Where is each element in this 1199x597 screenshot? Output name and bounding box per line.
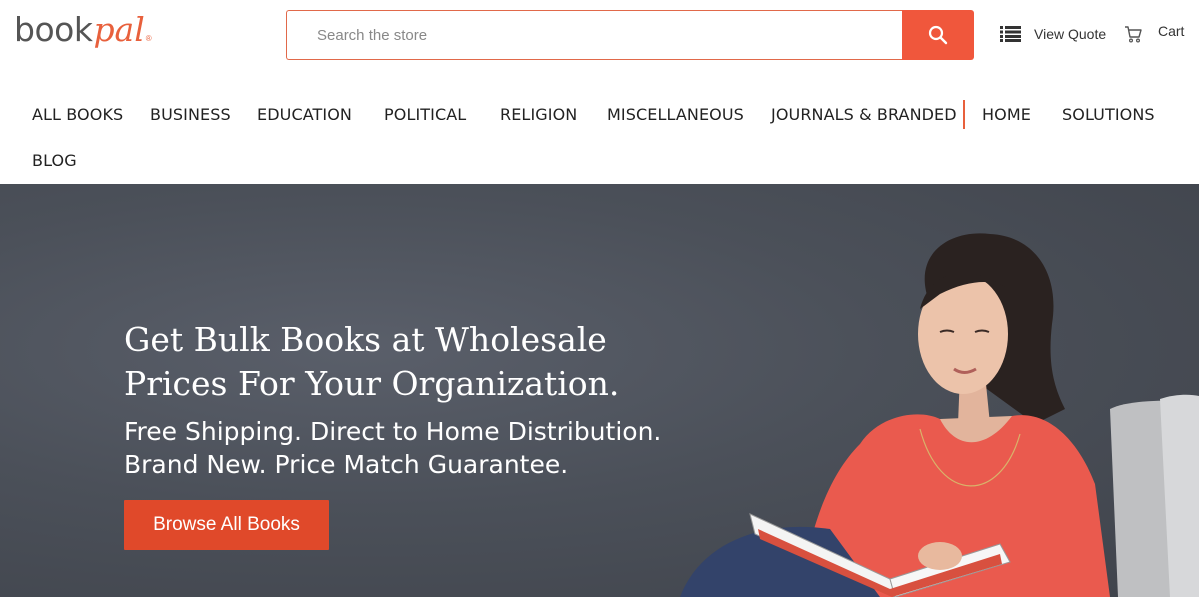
search-input[interactable] — [286, 10, 903, 60]
hero-banner: Get Bulk Books at Wholesale Prices For Y… — [0, 184, 1199, 597]
cart-label: Cart — [1158, 23, 1185, 39]
hero-title-line1: Get Bulk Books at Wholesale — [124, 320, 607, 359]
hero-title-line2: Prices For Your Organization. — [124, 364, 620, 403]
logo-registered-mark: ® — [145, 34, 152, 43]
hero-subtitle-line1: Free Shipping. Direct to Home Distributi… — [124, 417, 662, 446]
search-bar — [286, 10, 974, 60]
nav-item-education[interactable]: EDUCATION — [257, 105, 352, 124]
logo-text-pal: pal — [93, 10, 145, 49]
view-quote-link[interactable]: View Quote — [1000, 25, 1106, 42]
nav-item-religion[interactable]: RELIGION — [500, 105, 577, 124]
view-quote-label: View Quote — [1034, 25, 1107, 42]
list-icon — [1000, 26, 1021, 42]
bookpal-logo[interactable]: book pal ® — [14, 10, 152, 60]
cart-icon — [1125, 26, 1142, 43]
nav-item-all-books[interactable]: ALL BOOKS — [32, 105, 123, 124]
hero-subtitle-line2: Brand New. Price Match Guarantee. — [124, 450, 569, 479]
nav-item-solutions[interactable]: SOLUTIONS — [1062, 105, 1155, 124]
logo-text-book: book — [14, 10, 93, 49]
nav-item-business[interactable]: BUSINESS — [150, 105, 231, 124]
nav-item-home[interactable]: HOME — [982, 105, 1031, 124]
hero-subtitle: Free Shipping. Direct to Home Distributi… — [124, 415, 744, 481]
hero-title: Get Bulk Books at Wholesale Prices For Y… — [124, 318, 724, 406]
nav-divider — [963, 100, 965, 129]
nav-item-blog[interactable]: BLOG — [32, 151, 77, 170]
search-icon — [928, 25, 948, 45]
nav-item-miscellaneous[interactable]: MISCELLANEOUS — [607, 105, 744, 124]
nav-item-political[interactable]: POLITICAL — [384, 105, 466, 124]
nav-item-journals-branded[interactable]: JOURNALS & BRANDED — [771, 105, 957, 124]
cart-link[interactable]: Cart — [1124, 23, 1185, 43]
search-button[interactable] — [902, 10, 974, 60]
browse-all-books-button[interactable]: Browse All Books — [124, 500, 329, 550]
